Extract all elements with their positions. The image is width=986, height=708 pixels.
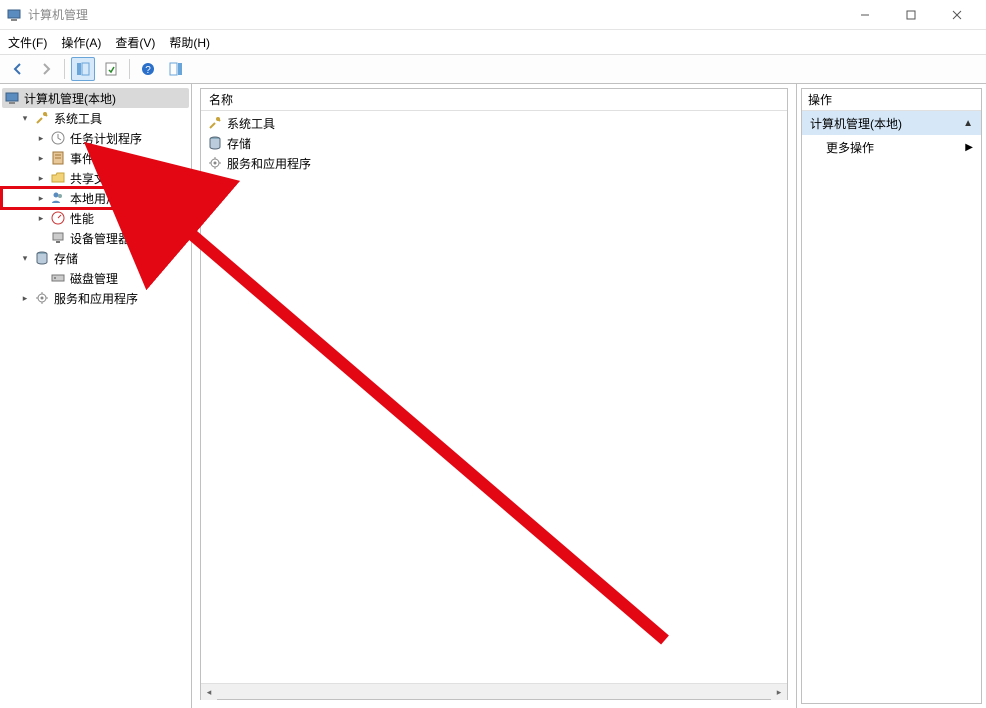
actions-context-label: 计算机管理(本地) xyxy=(810,115,902,132)
tree-label: 设备管理器 xyxy=(68,230,130,247)
folder-shared-icon xyxy=(50,170,66,186)
tree-node-performance[interactable]: ▸ 性能 xyxy=(2,208,189,228)
list-body: 系统工具 存储 服务和应用程序 xyxy=(201,111,787,683)
tree-label: 性能 xyxy=(68,210,94,227)
tree-label: 任务计划程序 xyxy=(68,130,142,147)
show-hide-action-pane-button[interactable] xyxy=(164,57,188,81)
svg-text:?: ? xyxy=(145,65,151,76)
list-item[interactable]: 存储 xyxy=(201,133,787,153)
app-icon xyxy=(6,7,22,23)
window-title: 计算机管理 xyxy=(28,6,842,23)
menu-view[interactable]: 查看(V) xyxy=(115,34,155,51)
tree-node-task-scheduler[interactable]: ▸ 任务计划程序 xyxy=(2,128,189,148)
no-expand-icon xyxy=(34,231,48,245)
horizontal-scrollbar[interactable]: ◂ ▸ xyxy=(201,683,787,699)
toolbar-separator xyxy=(64,59,65,79)
collapse-icon[interactable]: ▾ xyxy=(18,251,32,265)
users-icon xyxy=(50,190,66,206)
tree-label: 系统工具 xyxy=(52,110,102,127)
services-icon xyxy=(207,155,223,171)
toolbar: ? xyxy=(0,54,986,84)
properties-button[interactable] xyxy=(99,57,123,81)
computer-icon xyxy=(4,90,20,106)
list-item-label: 存储 xyxy=(227,135,251,152)
services-icon xyxy=(34,290,50,306)
window-controls xyxy=(842,0,980,30)
expand-icon[interactable]: ▸ xyxy=(34,131,48,145)
tree-node-system-tools[interactable]: ▾ 系统工具 xyxy=(2,108,189,128)
submenu-arrow-icon: ▶ xyxy=(965,142,973,153)
storage-icon xyxy=(207,135,223,151)
list-header[interactable]: 名称 xyxy=(201,89,787,111)
event-icon xyxy=(50,150,66,166)
tree-label: 事件查看器 xyxy=(68,150,130,167)
tree-label: 本地用户和组 xyxy=(68,190,142,207)
tree-label: 计算机管理(本地) xyxy=(22,90,116,107)
tree-node-local-users-groups[interactable]: ▸ 本地用户和组 xyxy=(2,188,189,208)
expand-icon[interactable]: ▸ xyxy=(18,291,32,305)
close-button[interactable] xyxy=(934,0,980,30)
menu-help[interactable]: 帮助(H) xyxy=(169,34,210,51)
list-item[interactable]: 服务和应用程序 xyxy=(201,153,787,173)
tools-icon xyxy=(34,110,50,126)
maximize-button[interactable] xyxy=(888,0,934,30)
tree-label: 共享文件夹 xyxy=(68,170,130,187)
help-button[interactable]: ? xyxy=(136,57,160,81)
actions-header: 操作 xyxy=(802,89,981,111)
menu-bar: 文件(F) 操作(A) 查看(V) 帮助(H) xyxy=(0,30,986,54)
actions-panel: 操作 计算机管理(本地) ▲ 更多操作 ▶ xyxy=(801,88,982,704)
tree-label: 存储 xyxy=(52,250,78,267)
actions-pane: 操作 计算机管理(本地) ▲ 更多操作 ▶ xyxy=(796,84,986,708)
tree-node-disk-management[interactable]: 磁盘管理 xyxy=(2,268,189,288)
center-pane: 名称 系统工具 存储 服务和应用程序 ◂ ▸ xyxy=(192,84,796,708)
collapse-icon[interactable]: ▾ xyxy=(18,111,32,125)
tree-label: 磁盘管理 xyxy=(68,270,118,287)
forward-button[interactable] xyxy=(34,57,58,81)
more-actions-row[interactable]: 更多操作 ▶ xyxy=(802,135,981,159)
list-view: 名称 系统工具 存储 服务和应用程序 ◂ ▸ xyxy=(200,88,788,700)
expand-icon[interactable]: ▸ xyxy=(34,171,48,185)
nav-tree: 计算机管理(本地) ▾ 系统工具 ▸ xyxy=(2,88,189,308)
main-area: 计算机管理(本地) ▾ 系统工具 ▸ xyxy=(0,84,986,708)
tree-node-event-viewer[interactable]: ▸ 事件查看器 xyxy=(2,148,189,168)
tree-node-storage[interactable]: ▾ 存储 xyxy=(2,248,189,268)
tools-icon xyxy=(207,115,223,131)
scroll-right-button[interactable]: ▸ xyxy=(771,684,787,700)
clock-icon xyxy=(50,130,66,146)
tree-node-root[interactable]: 计算机管理(本地) xyxy=(2,88,189,108)
device-icon xyxy=(50,230,66,246)
scroll-left-button[interactable]: ◂ xyxy=(201,684,217,700)
toolbar-separator xyxy=(129,59,130,79)
column-header-name[interactable]: 名称 xyxy=(209,91,233,108)
actions-header-label: 操作 xyxy=(808,91,832,108)
minimize-button[interactable] xyxy=(842,0,888,30)
show-hide-tree-button[interactable] xyxy=(71,57,95,81)
actions-context-row[interactable]: 计算机管理(本地) ▲ xyxy=(802,111,981,135)
list-item[interactable]: 系统工具 xyxy=(201,113,787,133)
tree-node-shared-folders[interactable]: ▸ 共享文件夹 xyxy=(2,168,189,188)
tree-node-device-manager[interactable]: 设备管理器 xyxy=(2,228,189,248)
scroll-track[interactable] xyxy=(217,684,771,699)
more-actions-label: 更多操作 xyxy=(826,139,874,156)
expand-icon[interactable]: ▸ xyxy=(34,211,48,225)
expand-icon[interactable]: ▸ xyxy=(34,191,48,205)
menu-file[interactable]: 文件(F) xyxy=(8,34,47,51)
list-item-label: 系统工具 xyxy=(227,115,275,132)
tree-pane: 计算机管理(本地) ▾ 系统工具 ▸ xyxy=(0,84,192,708)
storage-icon xyxy=(34,250,50,266)
back-button[interactable] xyxy=(6,57,30,81)
performance-icon xyxy=(50,210,66,226)
tree-node-services-apps[interactable]: ▸ 服务和应用程序 xyxy=(2,288,189,308)
list-item-label: 服务和应用程序 xyxy=(227,155,311,172)
disk-icon xyxy=(50,270,66,286)
no-expand-icon xyxy=(34,271,48,285)
expand-icon[interactable]: ▸ xyxy=(34,151,48,165)
collapse-section-icon[interactable]: ▲ xyxy=(963,118,973,129)
title-bar: 计算机管理 xyxy=(0,0,986,30)
menu-action[interactable]: 操作(A) xyxy=(61,34,101,51)
tree-label: 服务和应用程序 xyxy=(52,290,138,307)
